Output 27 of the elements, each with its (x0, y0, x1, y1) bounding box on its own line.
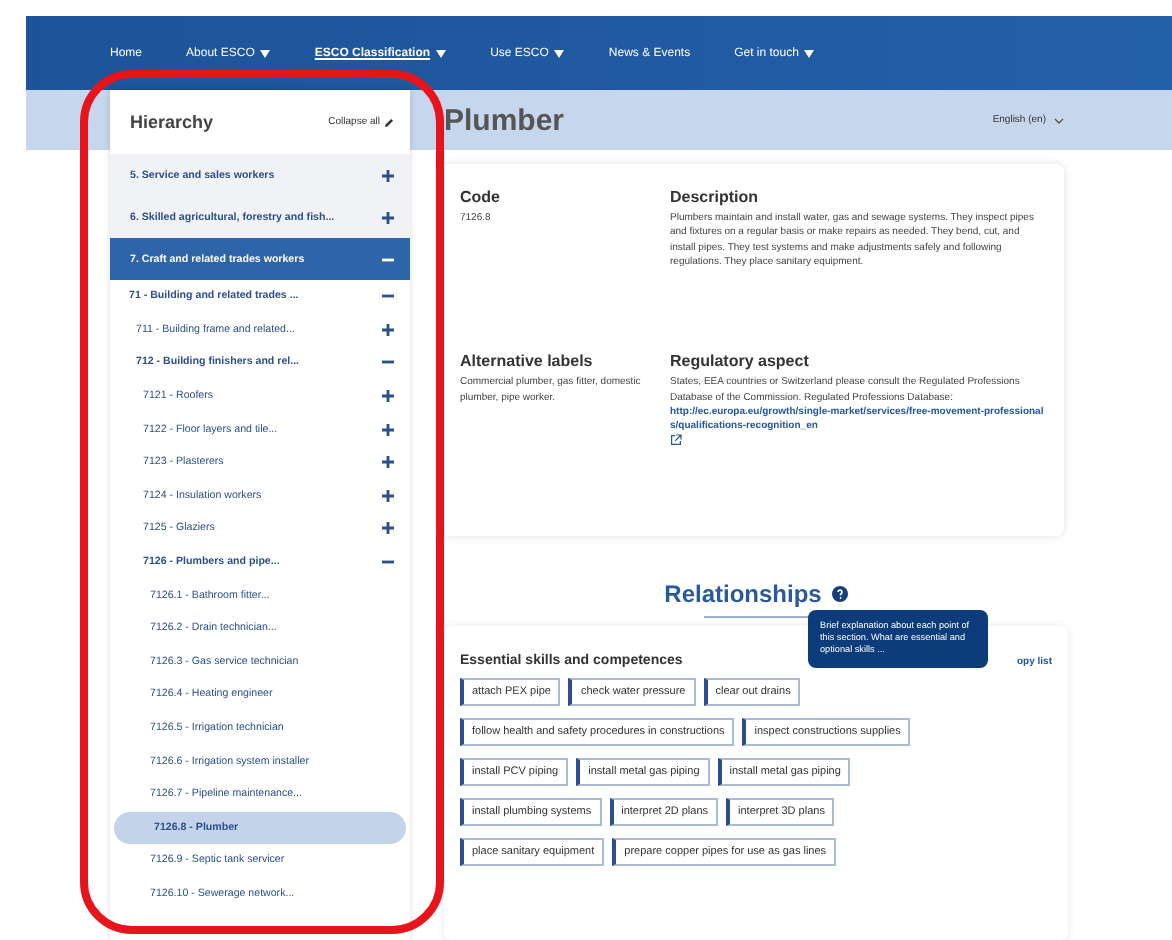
plus-icon[interactable] (382, 522, 394, 535)
section-heading: Alternative labels (460, 352, 595, 371)
section-heading: Regulatory aspect (670, 352, 811, 371)
minus-icon[interactable] (382, 290, 394, 303)
help-icon[interactable] (831, 586, 848, 602)
pencil-icon (384, 117, 394, 127)
plus-icon[interactable] (382, 323, 394, 336)
minus-icon[interactable] (382, 556, 394, 569)
caret-icon (260, 49, 271, 57)
chevron-down-icon (1054, 117, 1064, 123)
caret-icon (804, 49, 815, 57)
section-title: Relationships (664, 580, 822, 608)
caret-icon (554, 49, 565, 57)
plus-icon[interactable] (382, 489, 394, 502)
plus-icon[interactable] (382, 423, 394, 436)
section-heading: Description (670, 188, 761, 206)
external-link-icon (670, 434, 682, 447)
plus-icon[interactable] (382, 456, 394, 469)
page-title: Plumber (444, 103, 565, 137)
section-heading: Code (460, 188, 502, 206)
caret-icon (436, 49, 447, 57)
sidebar-title: Hierarchy (130, 112, 214, 132)
plus-icon[interactable] (382, 211, 394, 223)
plus-icon[interactable] (382, 169, 394, 181)
minus-icon[interactable] (382, 253, 394, 265)
plus-icon[interactable] (382, 390, 394, 403)
minus-icon[interactable] (382, 356, 394, 369)
